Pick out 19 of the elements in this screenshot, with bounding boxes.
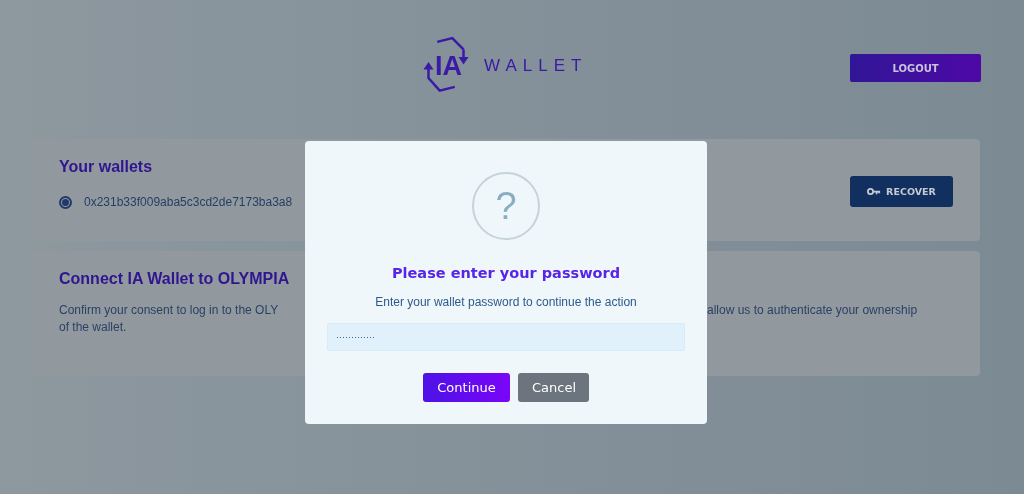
recover-button[interactable]: RECOVER	[850, 175, 953, 207]
logo-mark-text: IA	[435, 50, 462, 82]
continue-button[interactable]: Continue	[423, 373, 510, 402]
dialog-title: Please enter your password	[391, 265, 621, 281]
card-title: Connect IA Wallet to OLYMPIA	[59, 270, 290, 288]
consent-text: Confirm your consent to log in to the OLY	[59, 302, 280, 319]
consent-text: allow us to authenticate your ownership	[707, 302, 918, 319]
password-field[interactable]: ·············	[327, 323, 685, 351]
logout-button[interactable]: LOGOUT	[850, 54, 981, 82]
cancel-button[interactable]: Cancel	[518, 373, 589, 402]
question-icon: ?	[472, 172, 540, 240]
radio-button[interactable]	[59, 195, 72, 209]
key-icon	[867, 186, 882, 196]
card-title: Your wallets	[59, 158, 153, 176]
logo-wordmark: WALLET	[484, 56, 588, 76]
logo-hexagon-icon	[421, 36, 471, 94]
consent-text: of the wallet.	[59, 319, 128, 336]
dialog-message: Enter your wallet password to continue the action	[375, 295, 637, 309]
wallet-address: 0x231b33f009aba5c3cd2de7173ba3a8	[84, 195, 293, 209]
